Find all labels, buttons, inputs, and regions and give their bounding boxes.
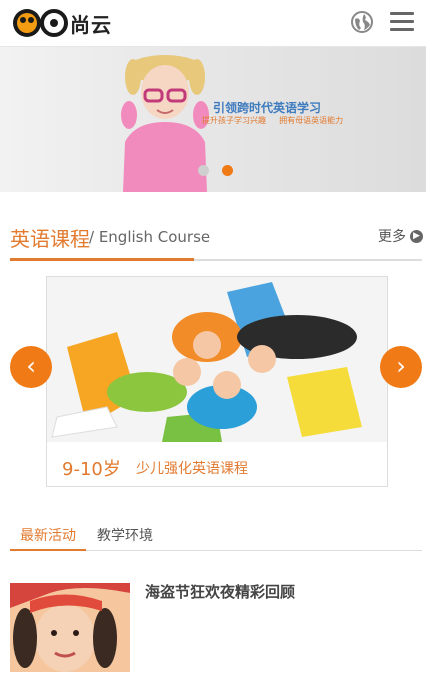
active-tab-indicator bbox=[10, 549, 86, 551]
site-logo[interactable]: 尚云 bbox=[12, 6, 122, 40]
chevron-right-icon[interactable]: › bbox=[380, 346, 422, 388]
slide-dot-1[interactable] bbox=[198, 165, 209, 176]
course-card[interactable]: 9-10岁 少儿强化英语课程 bbox=[46, 276, 388, 487]
logo-icon bbox=[12, 8, 70, 38]
tab-teaching-environment[interactable]: 教学环境 bbox=[97, 525, 153, 545]
course-photo bbox=[47, 277, 387, 442]
course-name[interactable]: 少儿强化英语课程 bbox=[136, 458, 248, 478]
banner-tagline: 引领跨时代英语学习 bbox=[213, 101, 322, 115]
section-divider-accent bbox=[10, 258, 194, 261]
banner-sub-left: 提升孩子学习兴趣 bbox=[202, 116, 266, 125]
banner-subline: 提升孩子学习兴趣 拥有母语英语能力 bbox=[202, 115, 343, 126]
more-label: 更多 bbox=[378, 229, 406, 245]
tab-latest-activities[interactable]: 最新活动 bbox=[20, 525, 76, 545]
app-header: 尚云 bbox=[0, 0, 426, 47]
section-title: 英语课程 bbox=[10, 227, 90, 251]
more-link[interactable]: 更多 ▶ bbox=[378, 226, 423, 246]
news-thumbnail[interactable] bbox=[10, 583, 130, 672]
news-title[interactable]: 海盗节狂欢夜精彩回顾 bbox=[145, 581, 295, 602]
banner-sub-right: 拥有母语英语能力 bbox=[279, 116, 344, 125]
course-age: 9-10岁 bbox=[62, 459, 121, 480]
globe-icon[interactable] bbox=[350, 10, 374, 34]
hamburger-menu-icon[interactable] bbox=[390, 12, 414, 32]
arrow-right-circle-icon: ▶ bbox=[410, 229, 423, 243]
logo-text: 尚云 bbox=[70, 12, 112, 37]
slide-dot-2-active[interactable] bbox=[222, 165, 233, 176]
section-subtitle: / English Course bbox=[89, 228, 211, 246]
chevron-left-icon[interactable]: ‹ bbox=[10, 346, 52, 388]
hero-banner[interactable]: 引领跨时代英语学习 提升孩子学习兴趣 拥有母语英语能力 bbox=[0, 47, 426, 192]
